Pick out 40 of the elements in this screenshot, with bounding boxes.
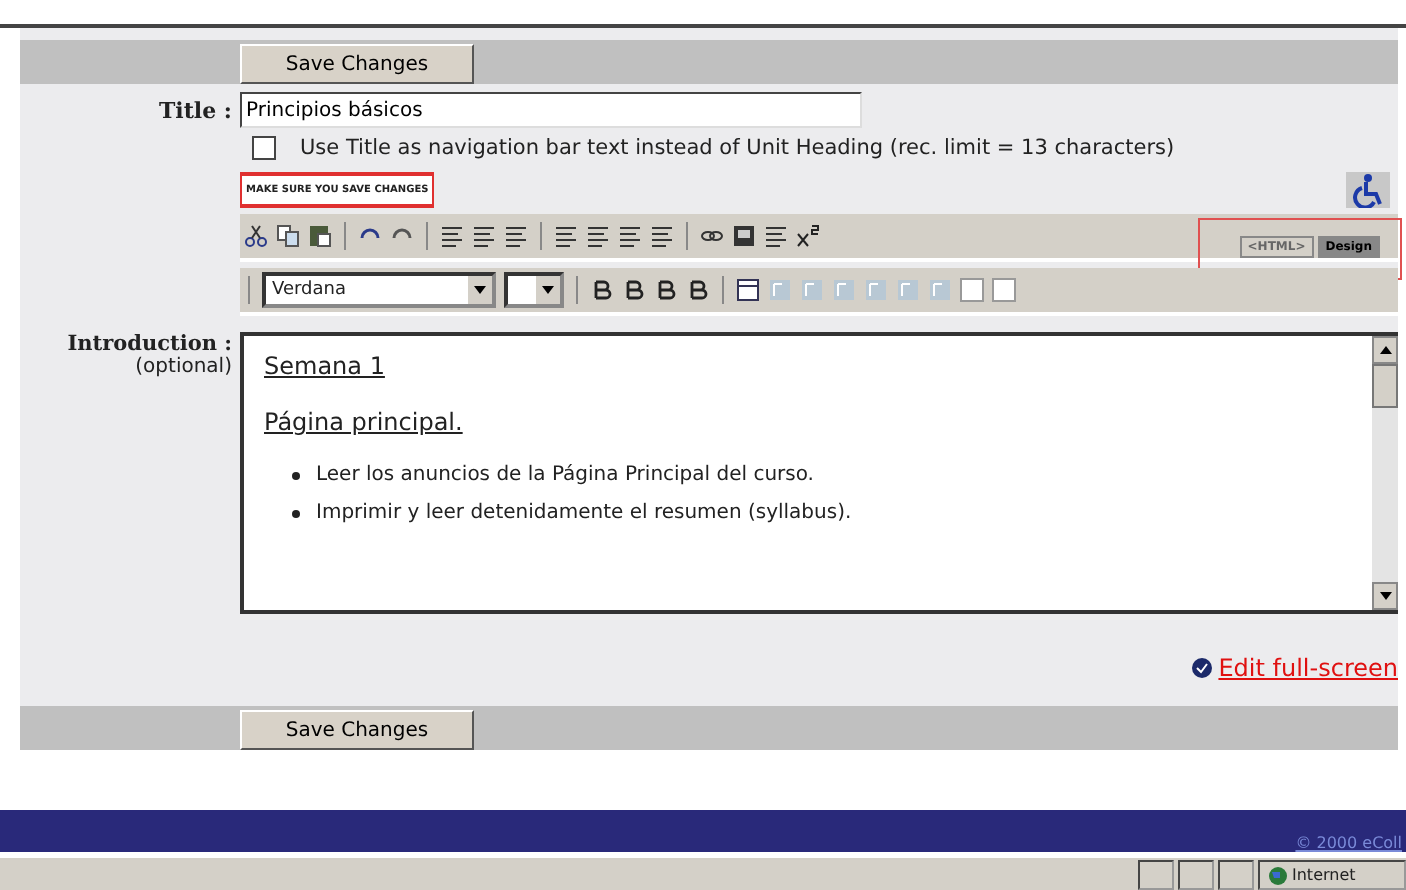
bullet-icon xyxy=(292,509,300,517)
heading-text: Semana 1 xyxy=(264,352,385,380)
title-label: Title : xyxy=(156,97,232,123)
sup-icon[interactable] xyxy=(796,224,820,248)
status-pane xyxy=(1218,860,1254,890)
blank-icon[interactable] xyxy=(960,278,984,302)
blank-icon[interactable] xyxy=(992,278,1016,302)
cut-icon[interactable] xyxy=(244,224,268,248)
font-select[interactable]: Verdana xyxy=(262,272,496,308)
copyright-text: © 2000 eColl xyxy=(1295,834,1402,852)
checkbox-label: Use Title as navigation bar text instead of Unit Heading (rec. limit = 13 characters) xyxy=(300,136,1175,160)
title-field[interactable]: Principios básicos xyxy=(240,92,862,128)
size-select[interactable] xyxy=(504,272,564,308)
bullet-icon xyxy=(292,471,300,479)
wheelchair-icon[interactable] xyxy=(1346,172,1390,208)
bold-icon[interactable] xyxy=(622,278,646,302)
scrollbar[interactable] xyxy=(1372,336,1398,610)
save-button[interactable]: Save Changes xyxy=(240,710,474,750)
introduction-label: Introduction : xyxy=(67,332,232,356)
optional-hint: (optional) xyxy=(135,356,232,378)
align-icon[interactable] xyxy=(504,224,528,248)
status-pane xyxy=(1178,860,1214,890)
copy-icon[interactable] xyxy=(276,224,300,248)
subheading-text: Página principal. xyxy=(264,408,463,436)
check-icon xyxy=(1192,658,1213,678)
save-button[interactable]: Save Changes xyxy=(240,44,474,84)
paste-icon[interactable] xyxy=(308,224,332,248)
align-icon[interactable] xyxy=(440,224,464,248)
rich-text-editor[interactable]: Semana 1 Página principal. Leer los anuncios de la Página Principal del curso. Imprimir y leer detenidamente el resumen (syllabus). xyxy=(240,332,1398,614)
status-pane xyxy=(1138,860,1174,890)
checkbox[interactable] xyxy=(252,136,276,160)
bullet-text: Leer los anuncios de la Página Principal del curso. xyxy=(316,464,814,486)
edit-full-screen-link[interactable]: Edit full-screen xyxy=(1218,654,1398,682)
image-icon[interactable] xyxy=(732,224,756,248)
bullet-text: Imprimir y leer detenidamente el resumen (syllabus). xyxy=(316,502,852,524)
table-icon[interactable] xyxy=(736,278,760,302)
zone-indicator: Internet xyxy=(1258,860,1406,890)
globe-icon xyxy=(1268,865,1288,885)
bold-icon[interactable] xyxy=(590,278,614,302)
align-icon[interactable] xyxy=(472,224,496,248)
